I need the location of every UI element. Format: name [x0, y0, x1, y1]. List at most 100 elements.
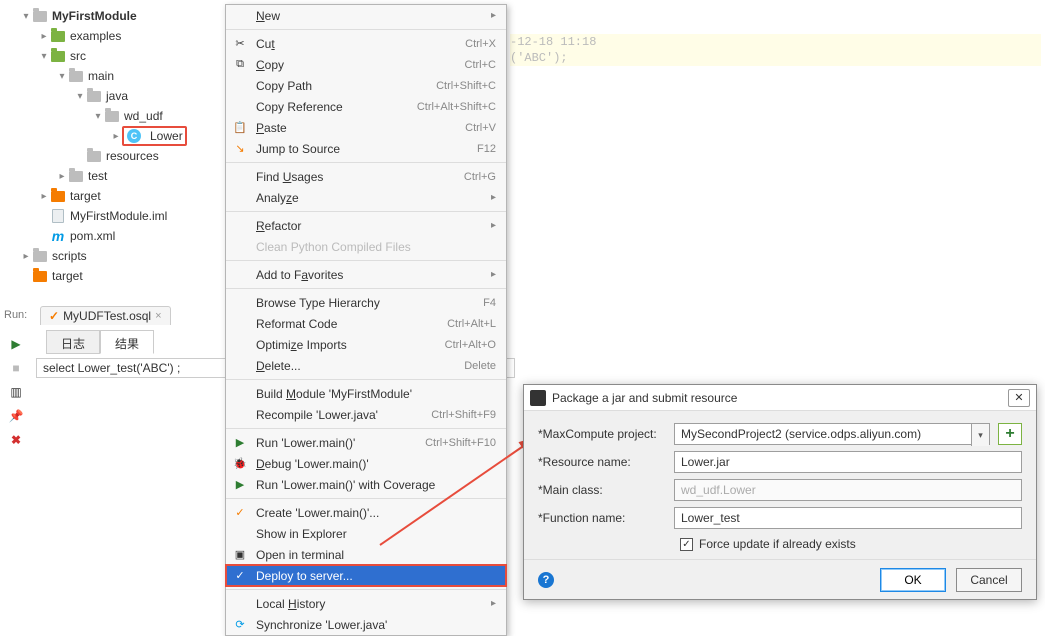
- tree-node[interactable]: java: [0, 86, 225, 106]
- tree-label: target: [52, 269, 83, 283]
- folder-icon: [33, 251, 47, 262]
- tree-node[interactable]: ·target: [0, 266, 225, 286]
- tree-label: examples: [70, 29, 121, 43]
- menu-clean-python: Clean Python Compiled Files: [226, 236, 506, 257]
- folder-icon: [51, 31, 65, 42]
- tree-label: pom.xml: [70, 229, 115, 243]
- result-tabs: 日志 结果: [46, 330, 154, 354]
- tree-node[interactable]: scripts: [0, 246, 225, 266]
- folder-icon: [51, 191, 65, 202]
- tree-node-module[interactable]: MyFirstModule: [0, 6, 225, 26]
- menu-delete[interactable]: Delete...Delete: [226, 355, 506, 376]
- project-value: MySecondProject2 (service.odps.aliyun.co…: [681, 427, 921, 441]
- chevron-down-icon[interactable]: ▾: [971, 424, 989, 446]
- osql-icon: ✓: [49, 309, 59, 323]
- help-icon[interactable]: ?: [538, 572, 554, 588]
- menu-deploy-to-server[interactable]: ✓Deploy to server...: [226, 565, 506, 586]
- dialog-title: Package a jar and submit resource: [552, 391, 737, 405]
- add-project-button[interactable]: +: [998, 423, 1022, 445]
- menu-find-usages[interactable]: Find UsagesCtrl+G: [226, 166, 506, 187]
- run-icon[interactable]: ▶: [8, 336, 24, 352]
- folder-icon: [51, 51, 65, 62]
- label-resource: *Resource name:: [538, 455, 674, 469]
- label-main-class: *Main class:: [538, 483, 674, 497]
- folder-icon: [105, 111, 119, 122]
- folder-icon: [33, 271, 47, 282]
- folder-icon: [87, 151, 101, 162]
- ok-button[interactable]: OK: [880, 568, 946, 592]
- menu-analyze[interactable]: Analyze▸: [226, 187, 506, 208]
- close-icon[interactable]: ×: [155, 310, 161, 322]
- project-tree[interactable]: MyFirstModule examples src main java wd_…: [0, 0, 225, 300]
- force-update-checkbox[interactable]: ✓: [680, 538, 693, 551]
- menu-create-run-config[interactable]: ✓Create 'Lower.main()'...: [226, 502, 506, 523]
- folder-icon: [69, 171, 83, 182]
- menu-open-terminal[interactable]: ▣Open in terminal: [226, 544, 506, 565]
- menu-build-module[interactable]: Build Module 'MyFirstModule': [226, 383, 506, 404]
- menu-browse-hierarchy[interactable]: Browse Type HierarchyF4: [226, 292, 506, 313]
- coverage-icon: ▶: [232, 477, 248, 493]
- input-value: Lower_test: [681, 511, 740, 525]
- tree-node[interactable]: wd_udf: [0, 106, 225, 126]
- run-tab[interactable]: ✓ MyUDFTest.osql ×: [40, 306, 171, 325]
- menu-synchronize[interactable]: ⟳Synchronize 'Lower.java': [226, 614, 506, 635]
- menu-copy-reference[interactable]: Copy ReferenceCtrl+Alt+Shift+C: [226, 96, 506, 117]
- main-class-input: wd_udf.Lower: [674, 479, 1022, 501]
- project-combo[interactable]: MySecondProject2 (service.odps.aliyun.co…: [674, 423, 990, 445]
- menu-recompile[interactable]: Recompile 'Lower.java'Ctrl+Shift+F9: [226, 404, 506, 425]
- aliyun-icon: ✓: [232, 568, 248, 584]
- tree-label: main: [88, 69, 114, 83]
- copy-icon: ⧉: [232, 57, 248, 73]
- editor-line: -12-18 11:18: [510, 34, 1041, 50]
- tree-node[interactable]: ·mpom.xml: [0, 226, 225, 246]
- tree-node[interactable]: src: [0, 46, 225, 66]
- menu-paste[interactable]: 📋PasteCtrl+V: [226, 117, 506, 138]
- pin-icon[interactable]: 📌: [8, 408, 24, 424]
- menu-debug[interactable]: 🐞Debug 'Lower.main()': [226, 453, 506, 474]
- paste-icon: 📋: [232, 120, 248, 136]
- menu-jump-to-source[interactable]: ↘Jump to SourceF12: [226, 138, 506, 159]
- cancel-button[interactable]: Cancel: [956, 568, 1022, 592]
- function-name-input[interactable]: Lower_test: [674, 507, 1022, 529]
- tree-node[interactable]: test: [0, 166, 225, 186]
- deploy-dialog: Package a jar and submit resource ✕ *Max…: [523, 384, 1037, 600]
- label-function: *Function name:: [538, 511, 674, 525]
- menu-refactor[interactable]: Refactor▸: [226, 215, 506, 236]
- tree-label: MyFirstModule: [52, 9, 137, 23]
- run-tabs: ✓ MyUDFTest.osql ×: [40, 304, 171, 326]
- menu-run-coverage[interactable]: ▶Run 'Lower.main()' with Coverage: [226, 474, 506, 495]
- menu-new[interactable]: New▸: [226, 5, 506, 26]
- tree-node[interactable]: main: [0, 66, 225, 86]
- stop-icon[interactable]: ■: [8, 360, 24, 376]
- tree-node[interactable]: target: [0, 186, 225, 206]
- menu-copy-path[interactable]: Copy PathCtrl+Shift+C: [226, 75, 506, 96]
- menu-run[interactable]: ▶Run 'Lower.main()'Ctrl+Shift+F10: [226, 432, 506, 453]
- tree-node[interactable]: examples: [0, 26, 225, 46]
- menu-local-history[interactable]: Local History▸: [226, 593, 506, 614]
- tab-log[interactable]: 日志: [46, 330, 100, 354]
- menu-optimize-imports[interactable]: Optimize ImportsCtrl+Alt+O: [226, 334, 506, 355]
- tree-node[interactable]: ·MyFirstModule.iml: [0, 206, 225, 226]
- tree-node-lower[interactable]: CLower: [0, 126, 225, 146]
- run-label: Run:: [4, 309, 27, 321]
- tree-label: test: [88, 169, 107, 183]
- menu-copy[interactable]: ⧉CopyCtrl+C: [226, 54, 506, 75]
- context-menu: New▸ ✂CutCtrl+X ⧉CopyCtrl+C Copy PathCtr…: [225, 4, 507, 636]
- tree-label: resources: [106, 149, 159, 163]
- tree-label: MyFirstModule.iml: [70, 209, 167, 223]
- folder-icon: [69, 71, 83, 82]
- layout-icon[interactable]: ▥: [8, 384, 24, 400]
- menu-add-favorites[interactable]: Add to Favorites▸: [226, 264, 506, 285]
- dialog-close-button[interactable]: ✕: [1008, 389, 1030, 407]
- terminal-icon: ▣: [232, 547, 248, 563]
- tree-label: java: [106, 89, 128, 103]
- tab-result[interactable]: 结果: [100, 330, 154, 354]
- menu-cut[interactable]: ✂CutCtrl+X: [226, 33, 506, 54]
- close-red-icon[interactable]: ✖: [8, 432, 24, 448]
- tree-node[interactable]: ·resources: [0, 146, 225, 166]
- menu-reformat[interactable]: Reformat CodeCtrl+Alt+L: [226, 313, 506, 334]
- menu-show-explorer[interactable]: Show in Explorer: [226, 523, 506, 544]
- run-icon: ▶: [232, 435, 248, 451]
- resource-name-input[interactable]: Lower.jar: [674, 451, 1022, 473]
- aliyun-icon: ✓: [232, 505, 248, 521]
